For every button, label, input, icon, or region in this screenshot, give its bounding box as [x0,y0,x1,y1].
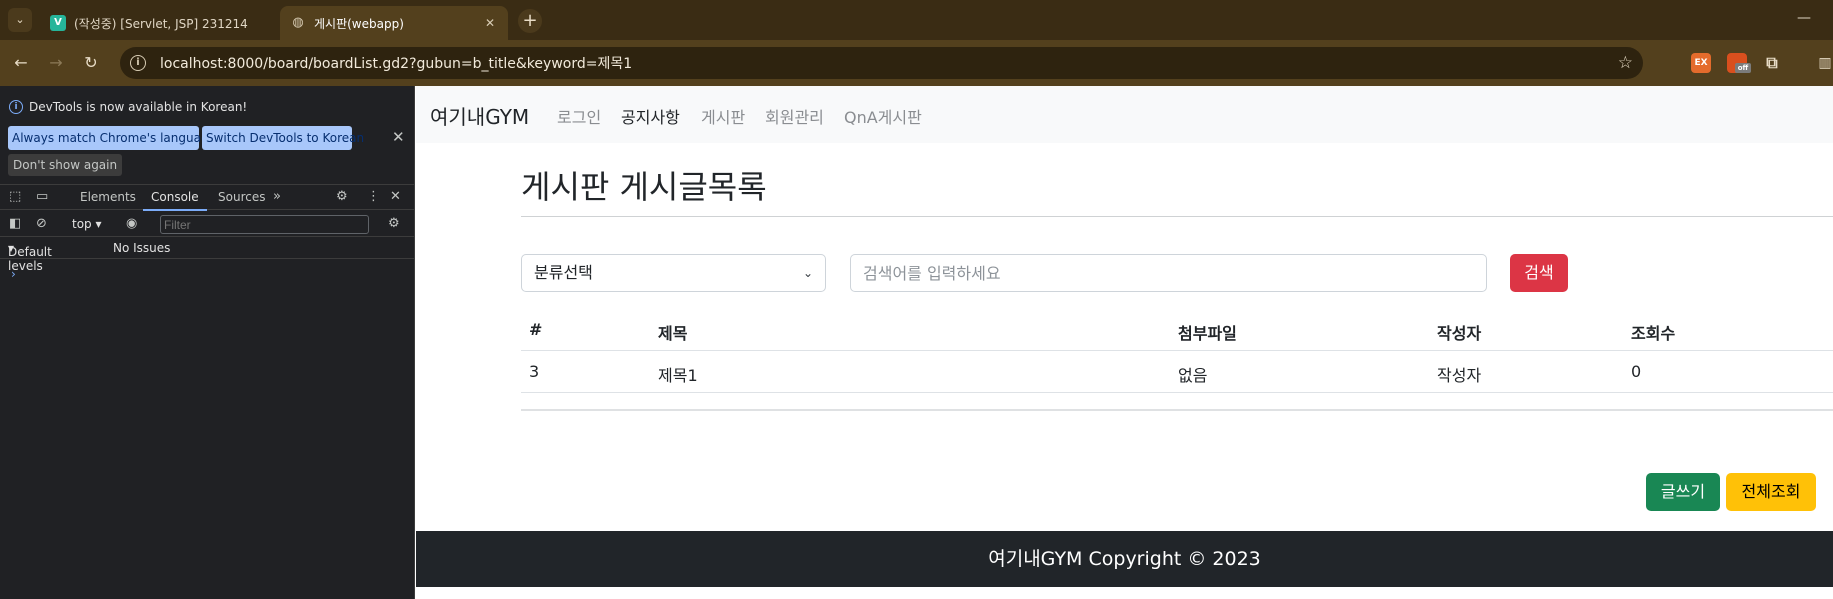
site-brand[interactable]: 여기내GYM [430,101,529,130]
tab-title: 게시판(webapp) [314,16,404,31]
view-all-button[interactable]: 전체조회 [1726,473,1816,511]
site-info-icon[interactable]: i [130,55,146,71]
live-expression-eye-icon[interactable]: ◉ [126,216,137,231]
dont-show-again-button[interactable]: Don't show again [8,154,123,176]
browser-tab-bar: ⌄ V (작성중) [Servlet, JSP] 231214 ◍ 게시판(we… [0,0,1833,40]
default-levels-dropdown[interactable]: Default levels ▾ [8,241,52,273]
extension-off-icon[interactable]: off [1727,53,1751,73]
write-post-button[interactable]: 글쓰기 [1646,473,1720,511]
tab-title: (작성중) [Servlet, JSP] 231214 [74,16,248,31]
table-divider [521,409,1833,411]
extensions-puzzle-icon[interactable]: ⧉ [1762,53,1782,73]
context-selector[interactable]: top ▾ [72,217,102,231]
nav-notice[interactable]: 공지사항 [621,104,680,128]
table-row[interactable]: 3 제목1 없음 작성자 0 [521,351,1833,393]
nav-member-admin[interactable]: 회원관리 [765,104,824,128]
header-number: # [529,320,543,339]
extension-off-badge: off [1735,63,1751,73]
always-match-language-button[interactable]: Always match Chrome's language [8,126,216,150]
bookmark-star-icon[interactable]: ☆ [1618,53,1633,73]
category-select-value: 분류선택 [534,263,593,282]
search-button[interactable]: 검색 [1510,254,1568,292]
inspect-element-icon[interactable]: ⬚ [9,189,21,204]
globe-icon: ◍ [292,15,304,30]
tab-close-icon[interactable]: ✕ [482,16,498,30]
devtools-panel: i DevTools is now available in Korean! A… [0,86,415,599]
nav-login[interactable]: 로그인 [557,104,601,128]
console-prompt-chevron-icon[interactable]: › [11,267,16,281]
header-attachment: 첨부파일 [1178,324,1237,343]
page-title: 게시판 게시글목록 [521,168,767,206]
nav-qna-board[interactable]: QnA게시판 [844,104,922,128]
console-levels-bar: Default levels ▾ No Issues [0,237,414,273]
more-tabs-chevron-icon[interactable]: » [273,189,281,204]
footer-copyright: 여기내GYM Copyright © 2023 [988,548,1261,570]
title-divider [521,216,1833,217]
category-select[interactable]: 분류선택 ⌄ [521,254,826,292]
address-url[interactable]: localhost:8000/board/boardList.gd2?gubun… [160,53,632,73]
velog-favicon-icon: V [50,15,66,31]
side-panel-icon[interactable]: ▥ [1815,53,1833,73]
extension-ex-icon[interactable]: EX [1691,53,1711,73]
chevron-down-icon: ⌄ [802,266,813,280]
browser-tab-inactive[interactable]: V (작성중) [Servlet, JSP] 231214 [40,6,276,40]
header-writer: 작성자 [1437,324,1482,343]
context-value: top [72,217,92,231]
row-number: 3 [529,362,540,381]
devtools-tab-console[interactable]: Console [143,190,207,211]
console-settings-gear-icon[interactable]: ⚙ [388,216,400,231]
back-arrow-icon[interactable]: ← [10,52,32,74]
devtools-tab-sources[interactable]: Sources [218,190,265,204]
nav-board[interactable]: 게시판 [701,104,745,128]
row-views: 0 [1631,362,1642,381]
new-tab-plus-icon[interactable]: + [518,9,542,33]
browser-tab-active[interactable]: ◍ 게시판(webapp) ✕ [280,6,508,40]
row-title-link[interactable]: 제목1 [658,362,698,386]
console-filter-input[interactable] [160,215,369,234]
forward-arrow-icon[interactable]: → [45,52,67,74]
console-toolbar: ◧ ⊘ top ▾ ◉ ⚙ [0,211,414,237]
site-footer: 여기내GYM Copyright © 2023 [416,531,1833,587]
devtools-tab-elements[interactable]: Elements [80,190,136,204]
web-page: 여기내GYM 로그인 공지사항 게시판 회원관리 QnA게시판 게시판 게시글목… [416,86,1833,599]
switch-devtools-korean-button[interactable]: Switch DevTools to Korean [202,126,364,150]
header-title: 제목 [658,324,688,343]
window-minimize-icon[interactable]: — [1797,10,1811,26]
row-attachment: 없음 [1178,366,1208,385]
console-sidebar-icon[interactable]: ◧ [9,216,21,231]
issues-count[interactable]: No Issues [113,241,170,255]
banner-text: DevTools is now available in Korean! [29,100,248,114]
devtools-language-banner: i DevTools is now available in Korean! [9,100,247,114]
clear-console-icon[interactable]: ⊘ [36,216,47,231]
table-header-row: # 제목 첨부파일 작성자 조회수 [521,309,1833,351]
browser-toolbar: ← → ↻ i localhost:8000/board/boardList.g… [0,40,1833,86]
devtools-menu-kebab-icon[interactable]: ⋮ [367,189,380,204]
search-keyword-input[interactable] [850,254,1487,292]
site-navbar: 여기내GYM 로그인 공지사항 게시판 회원관리 QnA게시판 [416,86,1833,143]
address-bar[interactable]: i localhost:8000/board/boardList.gd2?gub… [120,47,1643,79]
info-icon: i [9,100,23,114]
device-toolbar-icon[interactable]: ▭ [36,189,48,204]
devtools-settings-gear-icon[interactable]: ⚙ [336,189,348,204]
tab-search-chevron-icon[interactable]: ⌄ [8,8,32,32]
reload-icon[interactable]: ↻ [80,52,102,74]
devtools-close-icon[interactable]: ✕ [390,189,401,204]
banner-close-icon[interactable]: ✕ [392,128,405,146]
row-writer: 작성자 [1437,366,1482,385]
devtools-tab-strip: ⬚ ▭ Elements Console Sources » ⚙ ⋮ ✕ [0,184,414,211]
header-views: 조회수 [1631,324,1676,343]
